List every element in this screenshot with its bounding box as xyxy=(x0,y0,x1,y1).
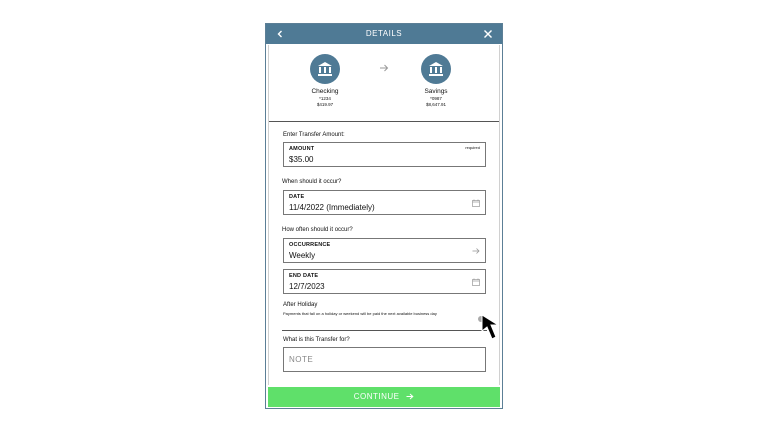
occurrence-field-label: OCCURRENCE xyxy=(289,242,331,248)
to-account-name: Savings xyxy=(424,88,448,95)
frequency-heading: How often should it occur? xyxy=(282,227,353,233)
mouse-pointer-icon xyxy=(481,314,500,340)
required-indicator: required xyxy=(465,145,480,150)
transfer-details-screen: DETAILS Checking *1234 $419.97 Savings *… xyxy=(265,23,503,409)
end-date-input[interactable]: END DATE 12/7/2023 xyxy=(283,269,486,294)
amount-input[interactable]: AMOUNT required $35.00 xyxy=(283,142,486,167)
holiday-description: Payments that fall on a holiday or weeke… xyxy=(283,311,437,316)
close-icon[interactable] xyxy=(483,29,493,39)
date-value: 11/4/2022 (Immediately) xyxy=(289,203,375,212)
note-heading: What is this Transfer for? xyxy=(283,337,350,343)
from-account-name: Checking xyxy=(311,88,339,95)
continue-label: CONTINUE xyxy=(268,387,500,407)
transfer-arrow-icon xyxy=(380,64,389,72)
end-date-field-label: END DATE xyxy=(289,273,319,279)
date-field-label: DATE xyxy=(289,194,305,200)
page-title: DETAILS xyxy=(365,29,403,38)
note-placeholder: NOTE xyxy=(289,355,314,364)
arrow-right-icon xyxy=(406,393,414,399)
divider xyxy=(282,330,487,331)
amount-field-label: AMOUNT xyxy=(289,146,315,152)
occurrence-value: Weekly xyxy=(289,251,316,260)
calendar-icon[interactable] xyxy=(472,199,480,207)
date-heading: When should it occur? xyxy=(282,179,342,185)
header-bar: DETAILS xyxy=(266,24,502,44)
calendar-icon[interactable] xyxy=(472,278,480,286)
from-account-bank-icon xyxy=(310,54,340,84)
end-date-value: 12/7/2023 xyxy=(289,282,325,291)
date-input[interactable]: DATE 11/4/2022 (Immediately) xyxy=(283,190,486,215)
to-account-bank-icon xyxy=(421,54,451,84)
holiday-heading: After Holiday xyxy=(283,302,318,308)
divider xyxy=(269,121,499,122)
continue-button[interactable]: CONTINUE xyxy=(268,387,500,407)
occurrence-select[interactable]: OCCURRENCE Weekly xyxy=(283,238,486,263)
arrow-right-icon[interactable] xyxy=(472,247,480,255)
from-account-balance: $419.97 xyxy=(316,102,334,107)
amount-heading: Enter Transfer Amount: xyxy=(283,132,345,138)
amount-value: $35.00 xyxy=(289,155,314,164)
to-account-balance: $8,647.91 xyxy=(425,102,447,107)
note-input[interactable]: NOTE xyxy=(283,347,486,372)
